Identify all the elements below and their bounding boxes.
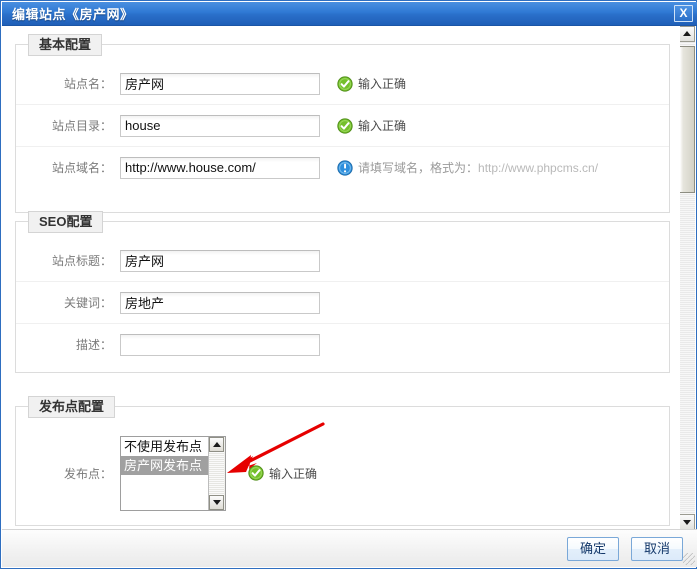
- hint-text-site-domain: 请填写域名，格式为：http://www.phpcms.cn/: [358, 159, 598, 176]
- site-dir-input[interactable]: [120, 115, 320, 137]
- site-title-input[interactable]: [120, 250, 320, 272]
- dialog-titlebar: 编辑站点《房产网》 X: [2, 2, 697, 26]
- edit-site-dialog: 编辑站点《房产网》 X 基本配置 站点名：: [0, 0, 697, 569]
- caret-down-icon: [683, 520, 691, 525]
- listbox-scrollbar[interactable]: [208, 437, 225, 510]
- listbox-scrollbar-track[interactable]: [209, 452, 224, 495]
- hint-site-dir: 输入正确: [337, 117, 406, 134]
- hint-text-site-name: 输入正确: [358, 75, 406, 92]
- field-row-site-dir: 站点目录： 输入正确: [16, 105, 669, 147]
- description-input[interactable]: [120, 334, 320, 356]
- publish-config-legend: 发布点配置: [28, 396, 115, 418]
- basic-config-fieldset: 基本配置 站点名： 输入正确 站点目录：: [15, 44, 670, 213]
- publish-config-fieldset: 发布点配置 发布点： 不使用发布点 房产网发布点: [15, 406, 670, 526]
- caret-down-icon: [213, 500, 221, 505]
- ok-button[interactable]: 确定: [567, 537, 619, 561]
- site-domain-input[interactable]: [120, 157, 320, 179]
- scroll-down-arrow-icon[interactable]: [679, 514, 695, 530]
- label-site-name: 站点名：: [16, 75, 120, 92]
- keywords-input[interactable]: [120, 292, 320, 314]
- cancel-button[interactable]: 取消: [631, 537, 683, 561]
- publish-point-listbox[interactable]: 不使用发布点 房产网发布点: [120, 436, 226, 511]
- check-circle-green-icon: [337, 76, 353, 92]
- seo-config-fieldset: SEO配置 站点标题： 关键词： 描述：: [15, 221, 670, 373]
- hint-text-publish-point: 输入正确: [269, 465, 317, 482]
- label-site-dir: 站点目录：: [16, 117, 120, 134]
- dialog-content: 基本配置 站点名： 输入正确 站点目录：: [2, 26, 680, 530]
- field-row-site-domain: 站点域名： 请填写域名，格式为：http://www.phpcms.cn/: [16, 147, 669, 188]
- caret-up-icon: [213, 442, 221, 447]
- check-circle-green-icon: [337, 118, 353, 134]
- hint-text-site-dir: 输入正确: [358, 117, 406, 134]
- label-description: 描述：: [16, 336, 120, 353]
- caret-up-icon: [683, 31, 691, 36]
- hint-domain-prefix: 请填写域名，格式为：: [358, 161, 478, 175]
- listbox-scroll-up-arrow-icon[interactable]: [209, 437, 224, 452]
- label-publish-point: 发布点：: [16, 465, 120, 482]
- basic-config-legend: 基本配置: [28, 34, 102, 56]
- field-row-keywords: 关键词：: [16, 282, 669, 324]
- scrollbar-thumb[interactable]: [679, 46, 695, 193]
- info-circle-blue-icon: [337, 160, 353, 176]
- field-row-publish-point: 发布点： 不使用发布点 房产网发布点: [16, 421, 669, 525]
- hint-domain-example-url: http://www.phpcms.cn/: [478, 161, 598, 175]
- label-site-title: 站点标题：: [16, 252, 120, 269]
- vertical-scrollbar[interactable]: [678, 26, 695, 530]
- field-row-site-title: 站点标题：: [16, 240, 669, 282]
- scroll-up-arrow-icon[interactable]: [679, 26, 695, 42]
- hint-site-domain: 请填写域名，格式为：http://www.phpcms.cn/: [337, 159, 598, 176]
- hint-publish-point: 输入正确: [248, 465, 317, 482]
- close-icon[interactable]: X: [674, 5, 693, 22]
- field-row-description: 描述：: [16, 324, 669, 365]
- site-name-input[interactable]: [120, 73, 320, 95]
- label-site-domain: 站点域名：: [16, 159, 120, 176]
- listbox-scroll-down-arrow-icon[interactable]: [209, 495, 224, 510]
- seo-config-legend: SEO配置: [28, 211, 103, 233]
- check-circle-green-icon: [248, 465, 264, 481]
- label-keywords: 关键词：: [16, 294, 120, 311]
- dialog-footer: 确定 取消: [2, 529, 697, 567]
- resize-grip-icon[interactable]: [683, 553, 695, 565]
- dialog-title: 编辑站点《房产网》: [12, 4, 674, 23]
- hint-site-name: 输入正确: [337, 75, 406, 92]
- field-row-site-name: 站点名： 输入正确: [16, 63, 669, 105]
